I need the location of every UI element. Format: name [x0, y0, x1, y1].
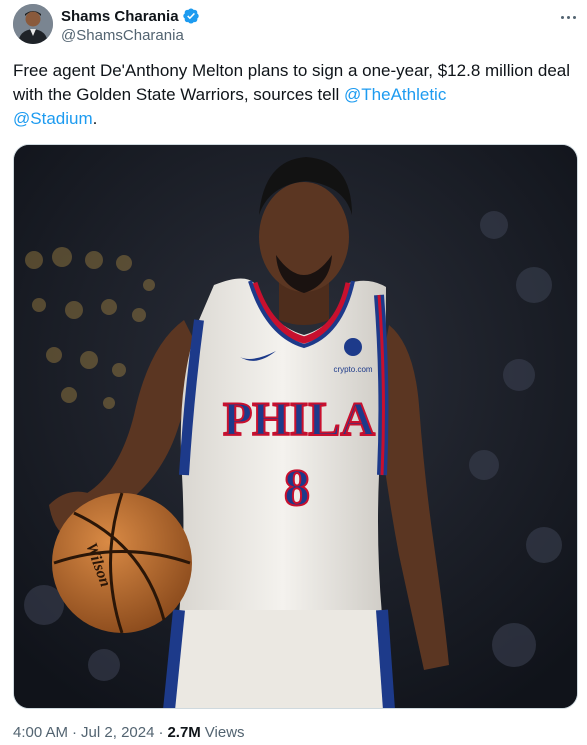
views-count[interactable]: 2.7M — [167, 724, 200, 741]
author-display-name[interactable]: Shams Charania — [61, 8, 179, 25]
verified-badge-icon[interactable] — [182, 7, 200, 25]
mention-theathletic[interactable]: @TheAthletic — [344, 85, 446, 104]
author-name-row[interactable]: Shams Charania — [61, 6, 200, 26]
jersey-sponsor-text: crypto.com — [333, 365, 372, 374]
tweet-date[interactable]: Jul 2, 2024 — [81, 724, 154, 741]
meta-separator: · — [72, 724, 78, 741]
more-options-icon[interactable] — [556, 8, 580, 26]
avatar-image — [13, 4, 53, 44]
author-avatar[interactable] — [13, 4, 53, 44]
tweet-time[interactable]: 4:00 AM — [13, 724, 68, 741]
tweet-text: Free agent De'Anthony Melton plans to si… — [13, 59, 573, 131]
author-handle[interactable]: @ShamsCharania — [61, 27, 184, 44]
tweet-meta: 4:00 AM · Jul 2, 2024 · 2.7M Views — [13, 724, 245, 741]
tweet-body-text: Free agent De'Anthony Melton plans to si… — [13, 61, 571, 104]
meta-separator-2: · — [158, 724, 164, 741]
photo-basketball-player: crypto.com PHILA 8 Wilson — [14, 145, 577, 708]
mention-stadium[interactable]: @Stadium — [13, 109, 93, 128]
tweet-photo[interactable]: crypto.com PHILA 8 Wilson — [13, 144, 578, 709]
views-label[interactable]: Views — [205, 724, 245, 741]
tweet-card[interactable]: Shams Charania @ShamsCharania Free agent… — [0, 0, 587, 745]
jersey-number-text: 8 — [284, 460, 310, 517]
tweet-text-end: . — [92, 109, 98, 128]
jersey-team-text: PHILA — [223, 393, 375, 446]
